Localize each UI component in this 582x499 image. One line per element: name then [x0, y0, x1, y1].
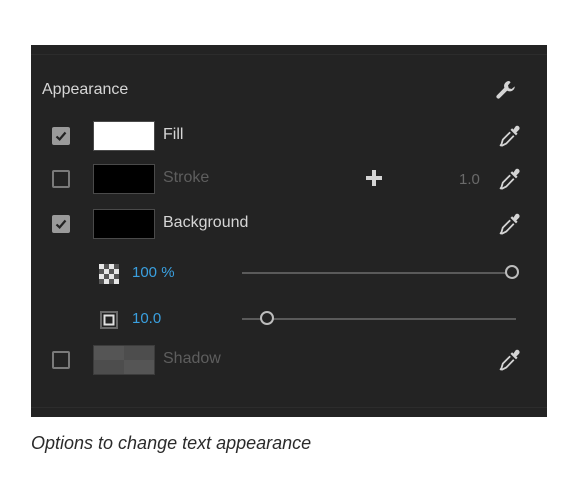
image-caption: Options to change text appearance [31, 433, 312, 453]
opacity-value[interactable]: 100 % [132, 264, 175, 281]
opacity-slider-track[interactable] [242, 272, 512, 274]
stroke-color-swatch[interactable] [93, 164, 155, 194]
shadow-label: Shadow [163, 350, 221, 367]
shadow-checkbox[interactable] [52, 351, 70, 369]
checkerboard-icon [99, 264, 119, 284]
background-checkbox[interactable] [52, 215, 70, 233]
background-color-swatch[interactable] [93, 209, 155, 239]
eyedropper-icon[interactable] [497, 166, 523, 192]
fill-row: Fill [31, 121, 547, 153]
stroke-label: Stroke [163, 169, 210, 186]
checkmark-icon [55, 131, 67, 141]
top-divider [31, 54, 547, 55]
bottom-divider [31, 407, 547, 408]
eyedropper-icon[interactable] [497, 347, 523, 373]
checkmark-icon [55, 219, 67, 229]
eyedropper-icon[interactable] [497, 123, 523, 149]
opacity-slider-thumb[interactable] [505, 265, 519, 279]
background-opacity-row: 100 % [31, 258, 547, 290]
background-row: Background [31, 209, 547, 241]
size-slider-thumb[interactable] [259, 311, 274, 325]
fill-checkbox[interactable] [52, 127, 70, 145]
background-size-row: 10.0 [31, 304, 547, 336]
fill-color-swatch[interactable] [93, 121, 155, 151]
shadow-row: Shadow [31, 345, 547, 377]
square-outline-icon [100, 311, 118, 329]
stroke-row: Stroke 1.0 [31, 164, 547, 196]
fill-label: Fill [163, 126, 184, 143]
stroke-width-value[interactable]: 1.0 [459, 171, 480, 188]
shadow-swatch[interactable] [93, 345, 155, 375]
background-label: Background [163, 214, 249, 231]
wrench-icon[interactable] [494, 78, 518, 102]
eyedropper-icon[interactable] [497, 211, 523, 237]
size-slider-track[interactable] [242, 318, 516, 320]
appearance-panel: Appearance Fill Stroke 1.0 Background 10… [31, 45, 547, 417]
stroke-checkbox[interactable] [52, 170, 70, 188]
size-value[interactable]: 10.0 [132, 310, 161, 327]
plus-icon[interactable] [364, 168, 384, 188]
section-title: Appearance [42, 81, 129, 98]
